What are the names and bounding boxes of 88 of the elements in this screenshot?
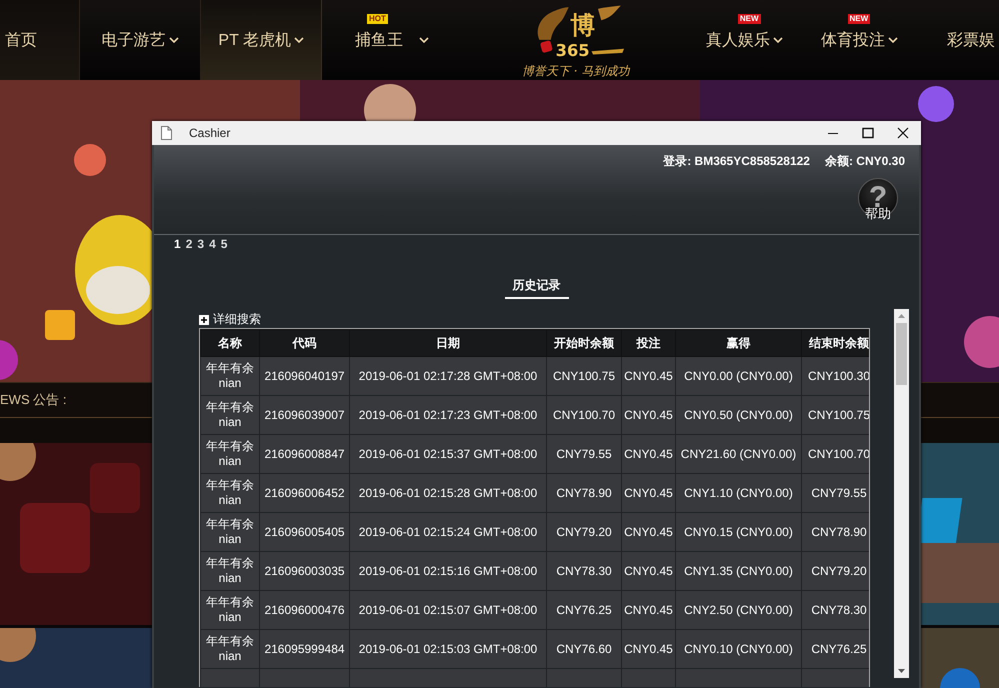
horse-logo-drawing: 博 365 xyxy=(510,4,641,61)
table-cell: CNY0.10 (CNY0.00) xyxy=(676,630,802,668)
scrollbar[interactable] xyxy=(894,309,909,678)
table-cell: 2019-06-01 02:17:28 GMT+08:00 xyxy=(350,356,546,396)
table-cell: 2019-06-01 02:15:07 GMT+08:00 xyxy=(350,590,546,630)
news-label: EWS 公告 : xyxy=(0,391,66,409)
table-cell: CNY0.45 xyxy=(622,630,676,668)
table-cell: CNY78.30 xyxy=(546,552,622,590)
close-icon[interactable] xyxy=(897,127,909,139)
table-cell: CNY1.35 (CNY0.00) xyxy=(676,552,802,590)
table-cell: 年年有余 nian xyxy=(200,552,260,590)
table-cell: 年年有余 nian xyxy=(200,434,260,474)
table-cell: 2019-06-01 02:15:24 GMT+08:00 xyxy=(350,512,546,552)
account-label: 登录: BM365YC858528122 xyxy=(663,153,810,170)
column-header: 投注 xyxy=(622,330,676,356)
table-cell: CNY79.55 xyxy=(546,434,622,474)
table-cell: CNY0.45 xyxy=(622,356,676,396)
page-link[interactable]: 5 xyxy=(220,237,228,253)
nav-item[interactable]: NEW 真人娱乐 xyxy=(690,0,800,80)
table-cell: 216096000476 xyxy=(260,590,350,630)
window-title: Cashier xyxy=(189,126,232,140)
badge: HOT xyxy=(367,14,388,24)
badge: NEW xyxy=(848,14,870,24)
column-header: 日期 xyxy=(350,330,546,356)
table-cell: 2019-06-01 02:15:28 GMT+08:00 xyxy=(350,474,546,512)
table-cell: CNY0.45 xyxy=(622,512,676,552)
scroll-thumb[interactable] xyxy=(896,323,907,385)
table-cell: 年年有余 nian xyxy=(200,512,260,552)
nav-item[interactable]: 首页 xyxy=(0,0,80,80)
table-cell: 216096005405 xyxy=(260,512,350,552)
help-button[interactable]: ? 帮助 xyxy=(857,180,899,220)
table-cell: 年年有余 nian xyxy=(200,630,260,668)
table-cell: 2019-06-01 02:15:37 GMT+08:00 xyxy=(350,434,546,474)
nav-item[interactable]: HOT 捕鱼王 xyxy=(322,0,462,80)
table-cell: 2019-06-01 02:15:16 GMT+08:00 xyxy=(350,552,546,590)
table-cell: 年年有余 nian xyxy=(200,356,260,396)
table-cell: CNY76.25 xyxy=(802,630,869,668)
column-header: 赢得 xyxy=(676,330,802,356)
table-cell: 2019-06-01 02:15:03 GMT+08:00 xyxy=(350,630,546,668)
table-cell: CNY21.60 (CNY0.00) xyxy=(676,434,802,474)
table-cell: 216096008847 xyxy=(260,434,350,474)
table-cell: CNY0.45 xyxy=(622,552,676,590)
table-cell: 年年有余 nian xyxy=(200,590,260,630)
column-header: 开始时余额 xyxy=(546,330,622,356)
balance-label: 余额: CNY0.30 xyxy=(824,153,905,170)
nav-item[interactable]: NEW 体育投注 xyxy=(800,0,920,80)
table-cell: 216096040197 xyxy=(260,356,350,396)
table-cell: CNY78.90 xyxy=(802,512,869,552)
nav-item[interactable]: 彩票娱 xyxy=(919,0,999,80)
badge: NEW xyxy=(738,14,761,24)
nav-item[interactable]: PT 老虎机 xyxy=(201,0,322,80)
page-link[interactable]: 4 xyxy=(209,237,216,253)
page-link[interactable]: 3 xyxy=(197,237,204,253)
table-cell: CNY0.45 xyxy=(622,590,676,630)
table-cell: 年年有余 nian xyxy=(200,474,260,512)
page-link[interactable]: 2 xyxy=(186,237,192,253)
table-cell: CNY79.20 xyxy=(546,512,622,552)
table-cell: CNY100.70 xyxy=(546,396,622,434)
logo-slogan: 博誉天下 · 马到成功 xyxy=(522,63,630,80)
table-cell: CNY76.60 xyxy=(546,630,622,668)
column-header: 名称 xyxy=(200,330,260,356)
column-header: 结束时余额 xyxy=(802,330,869,356)
table-cell: 216096003035 xyxy=(260,552,350,590)
table-cell: CNY78.30 xyxy=(802,590,869,630)
page-link[interactable]: 1 xyxy=(174,237,181,253)
tab[interactable]: 历史记录 xyxy=(504,275,568,299)
table-cell: CNY100.75 xyxy=(546,356,622,396)
table-cell: CNY0.50 (CNY0.00) xyxy=(676,396,802,434)
table-cell: CNY76.25 xyxy=(546,590,622,630)
table-cell: CNY2.50 (CNY0.00) xyxy=(676,590,802,630)
maximize-icon[interactable] xyxy=(862,127,874,139)
table-cell: CNY0.00 (CNY0.00) xyxy=(676,356,802,396)
table-cell: 216096039007 xyxy=(260,396,350,434)
table-cell: CNY1.10 (CNY0.00) xyxy=(676,474,802,512)
table-cell: CNY78.90 xyxy=(546,474,622,512)
table-cell: 216095999484 xyxy=(260,630,350,668)
table-cell: 年年有余 nian xyxy=(200,396,260,434)
table-cell: 2019-06-01 02:17:23 GMT+08:00 xyxy=(350,396,546,434)
document-icon xyxy=(161,126,172,140)
table-cell: 216096006452 xyxy=(260,474,350,512)
table-cell: CNY0.45 xyxy=(622,396,676,434)
table-cell: CNY0.45 xyxy=(622,474,676,512)
table-cell: CNY0.45 xyxy=(622,434,676,474)
table-cell: CNY79.20 xyxy=(802,552,869,590)
table-cell: CNY0.15 (CNY0.00) xyxy=(676,512,802,552)
search-toggle[interactable]: 详细搜索 xyxy=(199,311,872,328)
column-header: 代码 xyxy=(260,330,350,356)
table-cell: CNY79.55 xyxy=(802,474,869,512)
